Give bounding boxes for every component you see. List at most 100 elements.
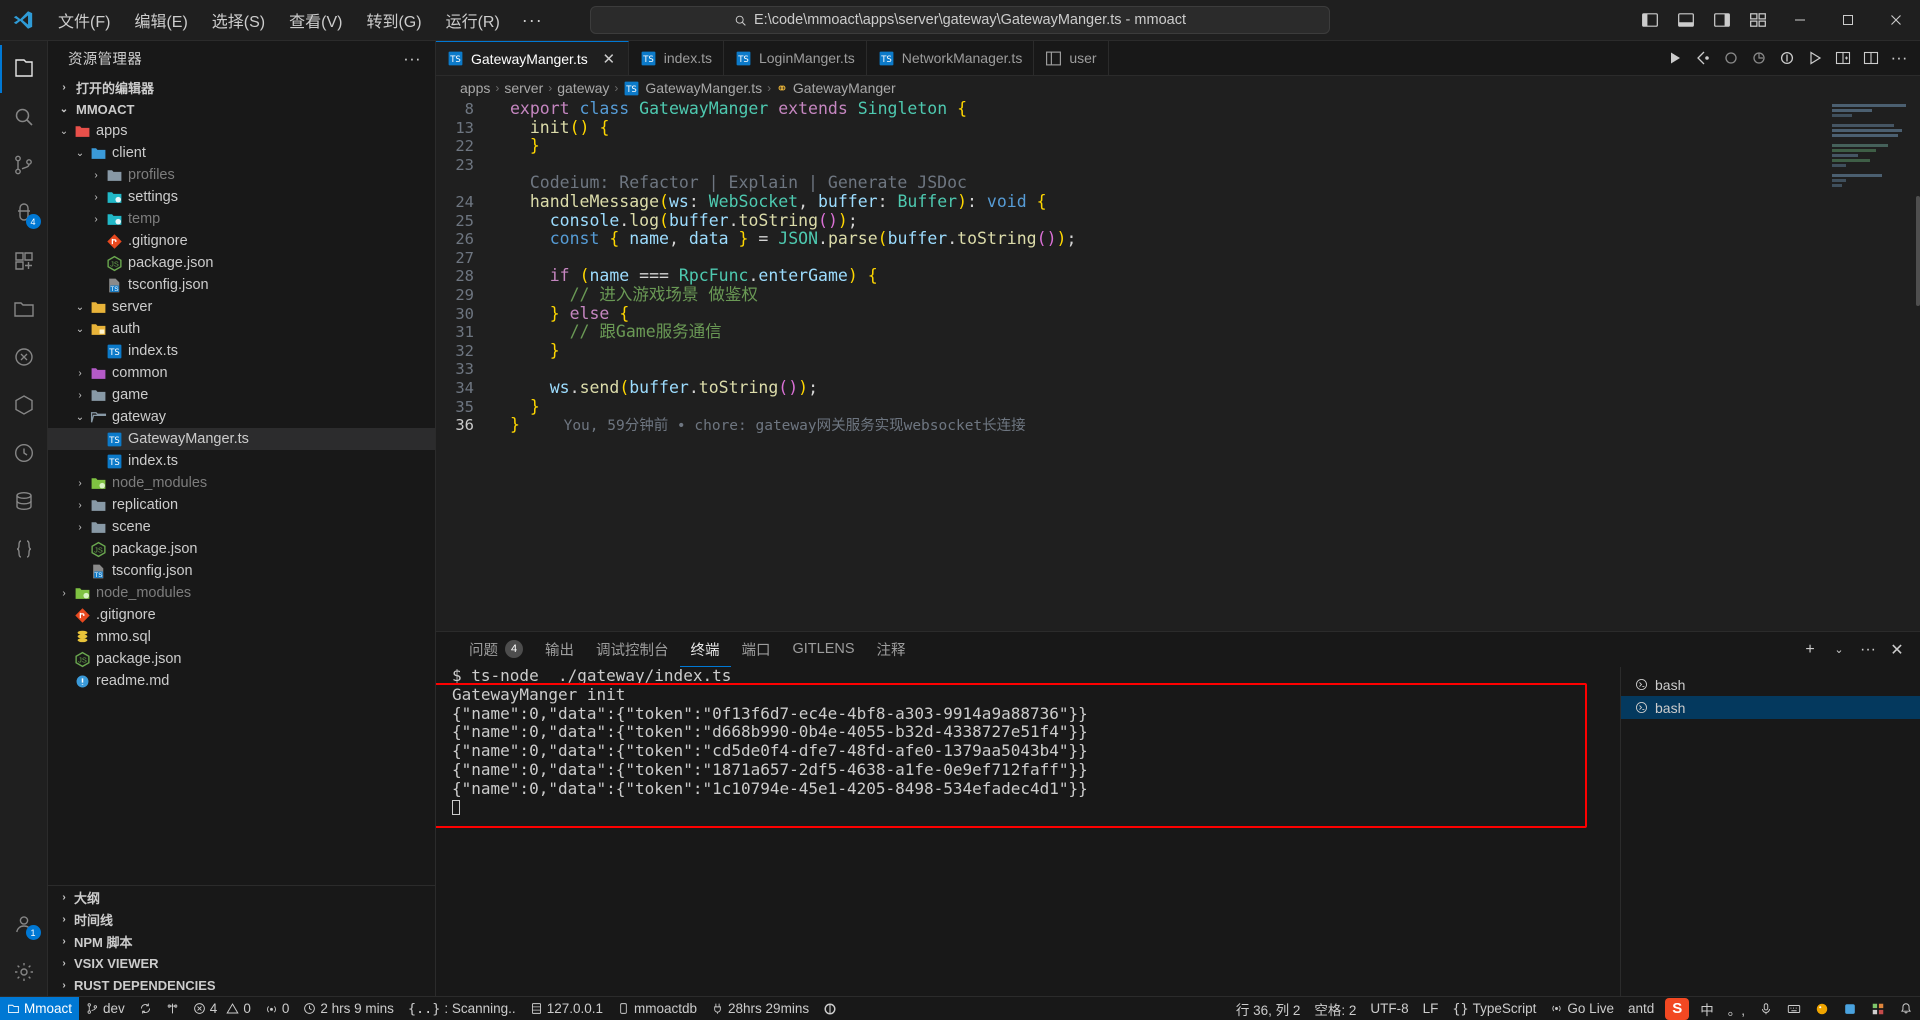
menu-go[interactable]: 转到(G) [354, 4, 433, 36]
activitybar-timeline[interactable] [0, 429, 48, 477]
code-line[interactable]: 28 if (name === RpcFunc.enterGame) { [436, 267, 1824, 286]
code-line[interactable]: 35 } [436, 398, 1824, 417]
status-ime-logo[interactable]: S [1661, 997, 1693, 1020]
sidebar-section-2[interactable]: ›时间线 [48, 908, 435, 930]
code-lines[interactable]: 8export class GatewayManger extends Sing… [436, 100, 1824, 631]
panel-close-button[interactable]: ✕ [1884, 637, 1910, 663]
status-language-mode[interactable]: {} TypeScript [1445, 997, 1543, 1020]
tree-file-row[interactable]: mmo.sql [48, 626, 435, 648]
code-line[interactable]: 33 [436, 360, 1824, 379]
tree-file-row[interactable]: readme.md [48, 670, 435, 692]
status-palette-icon[interactable] [1808, 997, 1836, 1020]
tree-folder-row[interactable]: ›temp [48, 208, 435, 230]
code-line[interactable]: 25 console.log(buffer.toString()); [436, 212, 1824, 231]
editor-more-button[interactable]: ··· [1886, 45, 1912, 71]
run-code-button[interactable] [1662, 45, 1688, 71]
menu-more-icon[interactable]: ··· [512, 8, 553, 33]
tree-file-row[interactable]: JSpackage.json [48, 538, 435, 560]
status-time-tracked[interactable]: 2 hrs 9 mins [296, 997, 401, 1020]
status-antd[interactable]: antd [1621, 997, 1661, 1020]
status-go-live[interactable]: Go Live [1543, 997, 1621, 1020]
status-keyboard-icon[interactable] [1780, 997, 1808, 1020]
menu-selection[interactable]: 选择(S) [200, 4, 277, 36]
status-branch[interactable]: dev [79, 997, 132, 1020]
tree-folder-row[interactable]: ⌄apps [48, 120, 435, 142]
circle-button[interactable] [1718, 45, 1744, 71]
toggle-primary-sidebar-icon[interactable] [1632, 0, 1668, 40]
tree-file-row[interactable]: TSGatewayManger.ts [48, 428, 435, 450]
code-line[interactable]: 30 } else { [436, 305, 1824, 324]
status-radio[interactable]: 0 [258, 997, 297, 1020]
split-editor-button[interactable] [1830, 45, 1856, 71]
activitybar-remote[interactable] [0, 285, 48, 333]
activitybar-database[interactable] [0, 477, 48, 525]
sidebar-section-3[interactable]: ›NPM 脚本 [48, 930, 435, 952]
activitybar-package[interactable] [0, 381, 48, 429]
editor-tab-loginmanger-ts[interactable]: TSLoginManger.ts [724, 41, 867, 75]
tree-file-row[interactable]: .gitignore [48, 604, 435, 626]
toggle-panel-icon[interactable] [1668, 0, 1704, 40]
status-fork[interactable] [159, 997, 186, 1020]
tree-folder-row[interactable]: ›node_modules [48, 472, 435, 494]
tree-file-row[interactable]: TSindex.ts [48, 340, 435, 362]
command-center-search[interactable]: E:\code\mmoact\apps\server\gateway\Gatew… [590, 6, 1330, 34]
status-indentation[interactable]: 空格: 2 [1307, 997, 1363, 1020]
editor-tab-gatewaymanger-ts[interactable]: TSGatewayManger.ts✕ [436, 41, 629, 75]
code-line[interactable]: 31 // 跟Game服务通信 [436, 323, 1824, 342]
terminal-dropdown-button[interactable]: ⌄ [1826, 637, 1852, 663]
status-bell-icon[interactable] [1892, 997, 1920, 1020]
tree-file-row[interactable]: TStsconfig.json [48, 274, 435, 296]
menu-edit[interactable]: 编辑(E) [122, 4, 199, 36]
tree-folder-row[interactable]: ›settings [48, 186, 435, 208]
panel-tab-0[interactable]: 问题4 [458, 632, 534, 667]
tree-folder-row[interactable]: ›scene [48, 516, 435, 538]
activitybar-json[interactable] [0, 525, 48, 573]
panel-tab-3[interactable]: 终端 [680, 632, 731, 667]
activitybar-search[interactable] [0, 93, 48, 141]
tree-folder-row[interactable]: ›profiles [48, 164, 435, 186]
status-encoding[interactable]: UTF-8 [1363, 997, 1415, 1020]
breadcrumb-item[interactable]: GatewayManger.ts [645, 80, 762, 96]
status-plug-time[interactable]: 28hrs 29mins [704, 997, 816, 1020]
tree-folder-row[interactable]: ⌄gateway [48, 406, 435, 428]
menu-file[interactable]: 文件(F) [46, 4, 122, 36]
tree-folder-row[interactable]: ⌄client [48, 142, 435, 164]
code-line[interactable]: 13 init() { [436, 119, 1824, 138]
window-maximize-button[interactable] [1824, 0, 1872, 40]
panel-tab-2[interactable]: 调试控制台 [585, 632, 680, 667]
customize-layout-icon[interactable] [1740, 0, 1776, 40]
sidebar-section-1[interactable]: ›大纲 [48, 886, 435, 908]
terminal-session-row[interactable]: bash [1621, 673, 1920, 696]
activitybar-explorer[interactable] [0, 45, 48, 93]
toggle-secondary-sidebar-icon[interactable] [1704, 0, 1740, 40]
status-scanning[interactable]: {..} : Scanning.. [401, 997, 523, 1020]
section-open-editors[interactable]: › 打开的编辑器 [48, 76, 435, 98]
sidebar-more-icon[interactable]: ··· [397, 49, 427, 69]
code-line[interactable]: 26 const { name, data } = JSON.parse(buf… [436, 230, 1824, 249]
panel-more-button[interactable]: ··· [1855, 637, 1881, 663]
breadcrumb-item[interactable]: server [504, 80, 543, 96]
terminal-session-row[interactable]: bash [1621, 696, 1920, 719]
tree-file-row[interactable]: JSpackage.json [48, 252, 435, 274]
terminal-output[interactable]: $ ts-node ./gateway/index.tsGatewayMange… [436, 667, 1620, 996]
status-grid-icon[interactable] [1864, 997, 1892, 1020]
editor-tab-networkmanager-ts[interactable]: TSNetworkManager.ts [867, 41, 1035, 75]
tree-file-row[interactable]: JSpackage.json [48, 648, 435, 670]
window-minimize-button[interactable] [1776, 0, 1824, 40]
code-line[interactable]: 34 ws.send(buffer.toString()); [436, 379, 1824, 398]
code-line[interactable]: 8export class GatewayManger extends Sing… [436, 100, 1824, 119]
tree-folder-row[interactable]: ⌄auth [48, 318, 435, 340]
editor-tab-user[interactable]: user [1034, 41, 1108, 75]
code-line[interactable]: 24 handleMessage(ws: WebSocket, buffer: … [436, 193, 1824, 212]
panel-tab-6[interactable]: 注释 [866, 632, 917, 667]
status-errors[interactable]: 4 0 [186, 997, 258, 1020]
activitybar-source-control[interactable] [0, 141, 48, 189]
code-line[interactable]: 29 // 进入游戏场景 做鉴权 [436, 286, 1824, 305]
activitybar-test[interactable] [0, 333, 48, 381]
status-circle-icon[interactable] [816, 997, 844, 1020]
code-line[interactable]: 23 [436, 156, 1824, 175]
menu-view[interactable]: 查看(V) [277, 4, 354, 36]
status-cursor-position[interactable]: 行 36, 列 2 [1229, 997, 1308, 1020]
tree-file-row[interactable]: TSindex.ts [48, 450, 435, 472]
activitybar-extensions[interactable] [0, 237, 48, 285]
